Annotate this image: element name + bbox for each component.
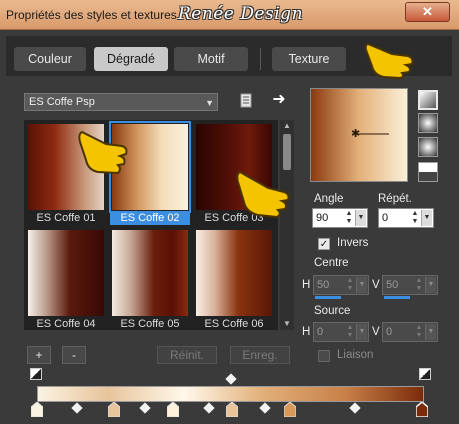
scroll-down-icon[interactable]: ▼ [280,318,294,330]
color-stop[interactable] [226,402,238,417]
center-h-spinner[interactable]: 50 ▲ ▼ ▼ [313,275,369,299]
gradient-grid: ES Coffe 01 ES Coffe 02 ES Coffe 03 ES C… [24,120,278,330]
spin-arrows-icon[interactable]: ▲ ▼ [345,277,355,293]
color-midpoint[interactable] [203,402,215,414]
color-midpoint[interactable] [349,402,361,414]
source-v-value: 0 [386,326,393,338]
color-midpoint[interactable] [71,402,83,414]
document-icon[interactable] [238,93,254,109]
tab-texture[interactable]: Texture [272,47,346,71]
arrow-right-icon[interactable]: ➜ [270,91,288,109]
gradient-label: ES Coffe 04 [36,318,96,330]
tab-motif[interactable]: Motif [174,47,248,71]
gradient-label: ES Coffe 05 [120,318,180,330]
tab-degrade[interactable]: Dégradé [94,47,168,71]
repeat-label: Répét. [378,193,412,205]
gradient-swatch [28,230,104,316]
angle-value: 90 [316,212,329,224]
source-label: Source [314,305,351,317]
repeat-spinner[interactable]: 0 ▲ ▼ ▼ [378,208,434,228]
color-midpoint[interactable] [139,402,151,414]
center-h-label: H [302,279,311,291]
gradient-thumb-04[interactable]: ES Coffe 04 [26,228,106,330]
chevron-down-icon[interactable]: ▼ [421,210,432,226]
scroll-up-icon[interactable]: ▲ [280,120,294,132]
close-button[interactable]: ✕ [405,2,450,22]
repeat-value: 0 [382,212,389,224]
center-marker: ✱ [351,128,389,140]
color-stop[interactable] [167,402,179,417]
transparency-stop-right[interactable] [419,368,431,380]
spin-arrows-icon[interactable]: ▲ ▼ [345,324,355,340]
chevron-down-icon[interactable]: ▼ [425,324,436,340]
angle-spinner[interactable]: 90 ▲ ▼ ▼ [312,208,368,228]
gradient-thumb-05[interactable]: ES Coffe 05 [110,228,190,330]
spin-arrows-icon[interactable]: ▲ ▼ [344,210,354,226]
gradient-preview[interactable]: ✱ [310,88,408,182]
window-title: Propriétés des styles et textures [6,8,177,22]
gradient-swatch [112,230,188,316]
source-h-value: 0 [317,326,324,338]
source-v-label: V [372,326,380,338]
source-v-spinner[interactable]: 0 ▲ ▼ ▼ [382,322,438,342]
linear-style-button[interactable] [418,90,438,110]
gradient-label: ES Coffe 02 [110,211,190,225]
transparency-midpoint[interactable] [225,373,237,385]
svg-text:✱: ✱ [351,128,360,140]
source-h-label: H [302,326,311,338]
color-stop[interactable] [284,402,296,417]
transparency-stop-left[interactable] [30,368,42,380]
add-stop-button[interactable]: + [27,346,51,364]
link-label: Liaison [337,349,374,361]
save-button[interactable]: Enreg. [230,346,290,364]
chevron-down-icon: ▼ [205,98,214,108]
spin-arrows-icon[interactable]: ▲ ▼ [414,324,424,340]
pointing-hand-icon [236,170,290,219]
center-v-label: V [372,279,380,291]
chevron-down-icon[interactable]: ▼ [425,277,436,293]
chevron-down-icon[interactable]: ▼ [356,324,367,340]
gradient-bar[interactable] [37,386,424,402]
color-stop[interactable] [108,402,120,417]
reset-button[interactable]: Réinit. [157,346,217,364]
center-v-spinner[interactable]: 50 ▲ ▼ ▼ [382,275,438,299]
link-checkbox[interactable] [318,350,330,362]
preset-select-value: ES Coffe Psp [29,96,95,108]
source-h-spinner[interactable]: 0 ▲ ▼ ▼ [313,322,369,342]
center-label: Centre [314,257,349,269]
radial-style-button[interactable] [418,137,438,157]
sunburst-style-button[interactable] [418,162,438,182]
gradient-swatch [196,230,272,316]
brand-logo: Renée Design [178,4,304,24]
remove-stop-button[interactable]: - [62,346,86,364]
tab-divider [260,48,261,70]
spin-arrows-icon[interactable]: ▲ ▼ [414,277,424,293]
pointing-hand-icon [78,130,128,175]
center-h-value: 50 [317,279,330,291]
chevron-down-icon[interactable]: ▼ [356,277,367,293]
pointing-hand-icon [364,42,414,80]
gradient-label: ES Coffe 01 [36,212,96,224]
gradient-label: ES Coffe 06 [204,318,264,330]
invert-label: Invers [337,237,369,249]
rectangular-style-button[interactable] [418,113,438,133]
preset-select[interactable]: ES Coffe Psp ▼ [24,93,218,111]
center-v-value: 50 [386,279,399,291]
color-stop-selected[interactable] [416,402,428,417]
gradient-scrollbar[interactable]: ▲ ▼ [280,120,294,330]
center-h-slider[interactable] [315,296,341,299]
gradient-thumb-06[interactable]: ES Coffe 06 [194,228,274,330]
scroll-thumb[interactable] [283,134,291,170]
title-bar: Propriétés des styles et textures Renée … [0,0,459,30]
tab-couleur[interactable]: Couleur [14,47,86,71]
invert-checkbox[interactable]: ✓ [318,238,330,250]
angle-label: Angle [314,193,344,205]
center-v-slider[interactable] [384,296,410,299]
color-stop[interactable] [31,402,43,417]
color-midpoint[interactable] [259,402,271,414]
chevron-down-icon[interactable]: ▼ [355,210,366,226]
spin-arrows-icon[interactable]: ▲ ▼ [410,210,420,226]
